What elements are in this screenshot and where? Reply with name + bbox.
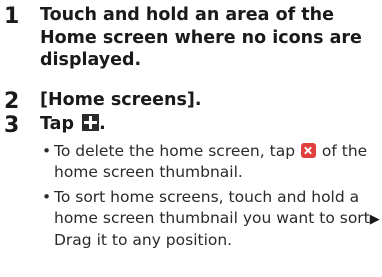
- step-instruction: [Home screens].: [40, 90, 202, 110]
- step-instruction-suffix: .: [99, 114, 106, 134]
- step-number: 2: [4, 89, 20, 114]
- step-3-notes: • To delete the home screen, tap of the h…: [40, 141, 380, 255]
- bullet-marker: •: [42, 142, 52, 160]
- step-instruction: Touch and hold an area of the Home scree…: [40, 5, 362, 70]
- delete-icon: [300, 143, 316, 158]
- plus-icon: [82, 114, 100, 131]
- step-instruction-prefix: Tap: [40, 114, 75, 134]
- note-text: To delete the home screen, tap: [54, 142, 296, 160]
- note-text: To sort home screens, touch and hold a h…: [54, 188, 370, 227]
- step-number: 3: [4, 113, 20, 138]
- note-text: Drag it to any position.: [54, 231, 233, 249]
- note-delete-home-screen: • To delete the home screen, tap of the h…: [40, 141, 380, 183]
- step-number: 1: [4, 4, 20, 29]
- note-sort-home-screens: • To sort home screens, touch and hold a …: [40, 187, 380, 251]
- step-instruction: Tap .: [40, 113, 378, 136]
- arrow-right-icon: ▶: [369, 212, 380, 227]
- bullet-marker: •: [42, 188, 52, 206]
